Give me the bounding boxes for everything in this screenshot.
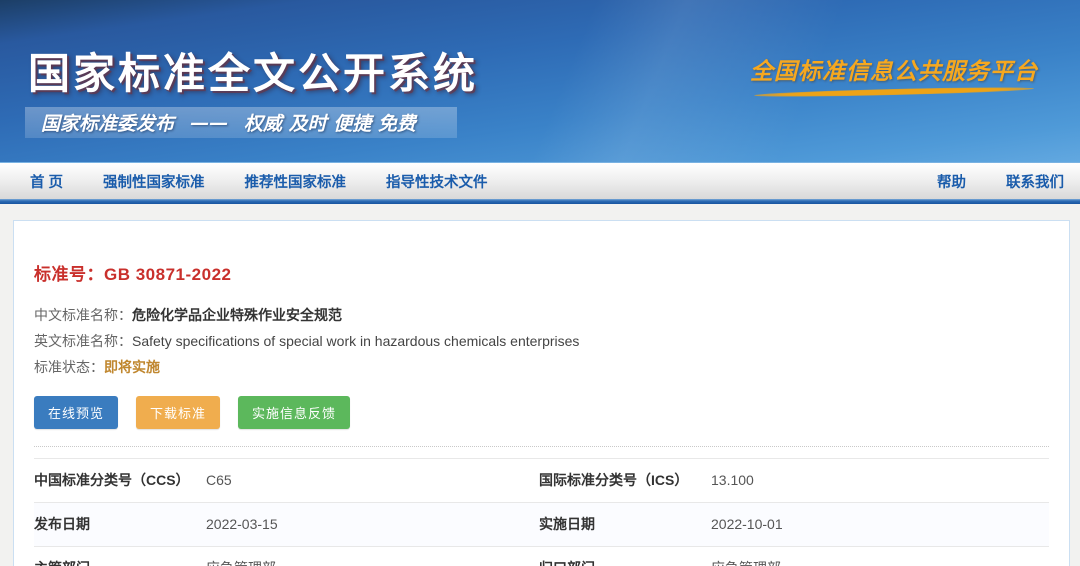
table-row: 中国标准分类号（CCS）C65国际标准分类号（ICS）13.100: [34, 459, 1049, 503]
platform-logo-text: 全国标准信息公共服务平台: [750, 52, 1038, 86]
feedback-button[interactable]: 实施信息反馈: [238, 396, 350, 429]
meta-label: 中文标准名称：: [34, 307, 132, 323]
site-title: 国家标准全文公开系统: [28, 40, 478, 101]
platform-logo: 全国标准信息公共服务平台: [750, 52, 1038, 95]
table-cell-label: 归口部门: [539, 558, 711, 566]
nav-item-mandatory[interactable]: 强制性国家标准: [103, 171, 205, 192]
standard-info-table: 中国标准分类号（CCS）C65国际标准分类号（ICS）13.100发布日期202…: [34, 458, 1049, 566]
meta-fields: 中文标准名称：危险化学品企业特殊作业安全规范英文标准名称：Safety spec…: [34, 302, 1049, 380]
meta-label: 英文标准名称：: [34, 333, 132, 349]
table-cell-value: 应急管理部: [206, 558, 539, 566]
download-button[interactable]: 下载标准: [136, 396, 220, 429]
table-cell-label: 国际标准分类号（ICS）: [539, 470, 711, 490]
table-cell-value: 13.100: [711, 472, 1049, 488]
table-cell-label: 主管部门: [34, 558, 206, 566]
action-buttons: 在线预览下载标准实施信息反馈: [34, 396, 1049, 429]
nav-item-contact[interactable]: 联系我们: [1006, 171, 1064, 192]
table-cell-value: 2022-10-01: [711, 516, 1049, 532]
table-cell-label: 实施日期: [539, 514, 711, 534]
table-row: 主管部门应急管理部归口部门应急管理部: [34, 547, 1049, 566]
standard-number-label: 标准号：: [34, 265, 104, 284]
meta-value: 危险化学品企业特殊作业安全规范: [132, 307, 342, 323]
nav-item-help[interactable]: 帮助: [937, 171, 966, 192]
nav-right: 帮助 联系我们: [897, 171, 1064, 192]
nav-left: 首 页 强制性国家标准 推荐性国家标准 指导性技术文件: [30, 171, 528, 192]
dotted-separator: [34, 446, 1049, 447]
table-cell-label: 发布日期: [34, 514, 206, 534]
standard-number-heading: 标准号：GB 30871-2022: [34, 260, 1049, 285]
banner-dash: ——: [190, 112, 228, 134]
table-cell-value: C65: [206, 472, 539, 488]
nav-item-home[interactable]: 首 页: [30, 171, 63, 192]
nav-item-guiding[interactable]: 指导性技术文件: [386, 171, 488, 192]
nav-item-recommended[interactable]: 推荐性国家标准: [245, 171, 347, 192]
site-header: 国家标准全文公开系统 国家标准委发布 —— 权威 及时 便捷 免费 全国标准信息…: [0, 0, 1080, 163]
table-row: 发布日期2022-03-15实施日期2022-10-01: [34, 503, 1049, 547]
meta-value: Safety specifications of special work in…: [132, 333, 579, 349]
publisher-text: 国家标准委发布: [41, 109, 174, 136]
meta-line: 英文标准名称：Safety specifications of special …: [34, 328, 1049, 354]
platform-underline-stroke: [754, 86, 1034, 99]
table-cell-label: 中国标准分类号（CCS）: [34, 470, 206, 490]
meta-label: 标准状态：: [34, 359, 104, 375]
publisher-banner: 国家标准委发布 —— 权威 及时 便捷 免费: [25, 107, 457, 138]
meta-value: 即将实施: [104, 359, 160, 375]
main-nav: 首 页 强制性国家标准 推荐性国家标准 指导性技术文件 帮助 联系我们: [0, 163, 1080, 199]
page-content: 标准号：GB 30871-2022 中文标准名称：危险化学品企业特殊作业安全规范…: [0, 220, 1080, 566]
meta-line: 标准状态：即将实施: [34, 354, 1049, 380]
standard-detail-card: 标准号：GB 30871-2022 中文标准名称：危险化学品企业特殊作业安全规范…: [13, 220, 1070, 566]
meta-line: 中文标准名称：危险化学品企业特殊作业安全规范: [34, 302, 1049, 328]
table-cell-value: 应急管理部: [711, 558, 1049, 566]
nav-bottom-rule: [0, 199, 1080, 204]
standard-number-value: GB 30871-2022: [104, 265, 231, 284]
preview-button[interactable]: 在线预览: [34, 396, 118, 429]
banner-slogan: 权威 及时 便捷 免费: [244, 109, 416, 136]
table-cell-value: 2022-03-15: [206, 516, 539, 532]
